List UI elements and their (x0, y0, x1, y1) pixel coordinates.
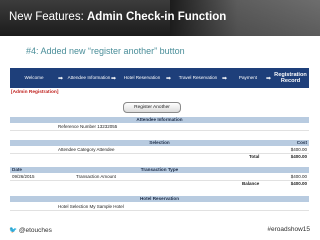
reference-row: Reference Number 13232055 (10, 124, 309, 131)
slide-header: New Features: Admin Check-in Function (0, 0, 320, 36)
twitter-bird-icon: 🐦 (9, 227, 18, 234)
admin-registration-label: [Admin Registration] (11, 90, 59, 95)
footer-handle: 🐦 @etouches (9, 227, 52, 234)
footer-hashtag: #eroadshow15 (267, 226, 310, 233)
selection-header: Selection Cost (10, 140, 309, 146)
step-travel-reservation[interactable]: Travel Reservation (174, 68, 222, 88)
step-attendee-information[interactable]: Attendee Information (67, 68, 111, 88)
step-hotel-reservation[interactable]: Hotel Reservation (118, 68, 166, 88)
slide-subtitle: #4: Added new “register another” button (26, 46, 185, 56)
step-welcome[interactable]: Welcome (10, 68, 58, 88)
balance-row: Balance $400.00 (242, 181, 307, 186)
total-row: Total $400.00 (249, 154, 307, 159)
right-arrow-icon: ➡ (266, 76, 272, 82)
attendee-information-header: Attendee Information (10, 117, 309, 123)
right-arrow-icon: ➡ (111, 76, 117, 82)
right-arrow-icon: ➡ (58, 76, 64, 82)
registration-steps-bar: Welcome ➡ Attendee Information ➡ Hotel R… (10, 68, 309, 88)
slide-title: New Features: Admin Check-in Function (9, 11, 227, 23)
right-arrow-icon: ➡ (166, 76, 172, 82)
table-row: 09/26/2015 Transaction Amount $400.00 (10, 174, 309, 181)
step-payment[interactable]: Payment (230, 68, 266, 88)
hotel-reservation-header: Hotel Reservation (10, 196, 309, 202)
step-registration-record[interactable]: Registration Record (272, 68, 309, 88)
transaction-header: Date Transaction Type (10, 167, 309, 173)
table-row: Attendee Category Attendee $400.00 (10, 147, 309, 154)
register-another-button[interactable]: Register Another (123, 102, 181, 113)
hotel-selection-row: Hotel Selection My Sample Hotel (10, 204, 309, 211)
right-arrow-icon: ➡ (222, 76, 228, 82)
